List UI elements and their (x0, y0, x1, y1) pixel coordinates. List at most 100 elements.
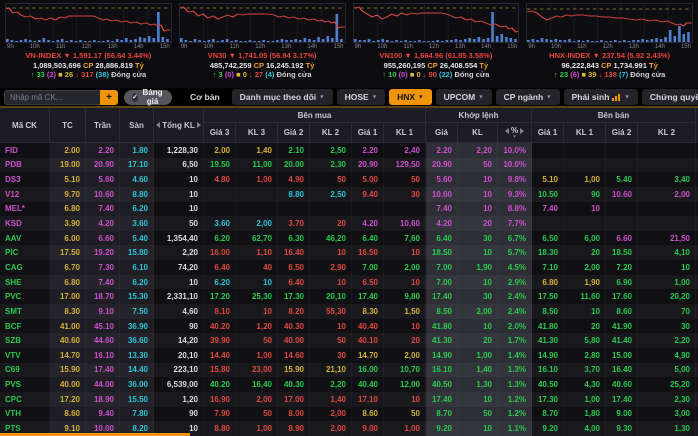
price-cell: 17.50 (532, 289, 564, 304)
ticker-cell[interactable]: PIC (0, 245, 50, 260)
tab-cơ-bản[interactable]: Cơ bản (182, 89, 228, 105)
price-cell: 90 (154, 319, 204, 334)
ticker-cell[interactable]: BCF (0, 319, 50, 334)
price-cell: 10,70 (384, 363, 426, 378)
price-cell: 7.20 (606, 260, 638, 275)
table-row-PDB[interactable]: PDB19.0020.9017.106,5019.5011,0020.002,3… (0, 158, 698, 173)
price-cell: 8.10 (204, 304, 236, 319)
table-row-SMT[interactable]: SMT8.309.107.504,608.10108.2055,308.301,… (0, 304, 698, 319)
table-row-MEL[interactable]: MEL*6.807.406.20107.40108.8%7.4010 (0, 202, 698, 217)
table-row-AAV[interactable]: AAV6.006.605.401,354,406.2062,706.3046,2… (0, 231, 698, 246)
price-cell: 18.70 (86, 289, 120, 304)
price-cell: 40.40 (352, 319, 384, 334)
chart-time-axis: 9h10h11h12h13h14h15h (179, 43, 346, 51)
col-header-trần[interactable]: Trần (86, 108, 120, 143)
table-row-DS3[interactable]: DS35.105.604.60104.801,004.90505.00505.6… (0, 172, 698, 187)
chevron-down-icon: ▼ (418, 95, 423, 101)
price-cell: 1,40 (458, 363, 498, 378)
table-row-FID[interactable]: FID2.002.201.801,228,302.001,402.102,502… (0, 143, 698, 158)
price-cell: 10 (458, 421, 498, 436)
board-view-button[interactable]: ✓ Bảng giá (124, 90, 172, 105)
table-row-VTH[interactable]: VTH8.609.407.80907.90508.002,008.60508.7… (0, 407, 698, 422)
table-row-CAG[interactable]: CAG6.707.306.1074,206.40406.502,907.002,… (0, 260, 698, 275)
table-row-PIC[interactable]: PIC17.5019.2015.802,2016.001,1016.401016… (0, 245, 698, 260)
sub-header-kl: KL (458, 123, 498, 143)
ticker-cell[interactable]: CPC (0, 392, 50, 407)
tab-danh-mục-theo-dõi[interactable]: Danh mục theo dõi▼ (232, 89, 333, 105)
table-row-BCF[interactable]: BCF41.0045.1036.909040.201,2040.301040.4… (0, 319, 698, 334)
ticker-cell[interactable]: PVC (0, 289, 50, 304)
table-row-SZB[interactable]: SZB40.6044.6036.6014,2039.905040.005040.… (0, 333, 698, 348)
ticker-cell[interactable]: C69 (0, 363, 50, 378)
price-cell: 41.80 (426, 319, 458, 334)
table-row-SHE[interactable]: SHE6.807.406.20106.20106.40106.50107.001… (0, 275, 698, 290)
price-cell: 90 (154, 407, 204, 422)
index-value: 237.54 (602, 51, 625, 60)
ticker-cell[interactable]: VTV (0, 348, 50, 363)
add-ticker-button[interactable]: + (100, 90, 118, 105)
price-cell: 16.10 (532, 363, 564, 378)
sort-caret-icon[interactable]: ▼ (512, 135, 516, 139)
ticker-cell[interactable]: PDB (0, 158, 50, 173)
ticker-cell[interactable]: SMT (0, 304, 50, 319)
price-cell: 15.50 (120, 392, 154, 407)
price-cell: 45.10 (86, 319, 120, 334)
ticker-cell[interactable]: DS3 (0, 172, 50, 187)
scroll-left-icon[interactable] (156, 122, 160, 128)
sub-header-kl-2: KL 2 (310, 123, 352, 143)
price-cell: 2.00 (204, 143, 236, 158)
scroll-left-icon[interactable] (505, 128, 509, 134)
scroll-right-icon[interactable] (197, 122, 201, 128)
ticker-cell[interactable]: PVS (0, 377, 50, 392)
tab-hnx[interactable]: HNX▼ (389, 89, 431, 105)
table-row-CPC[interactable]: CPC17.2018.9015.501,2016.902,0017.001,40… (0, 392, 698, 407)
ticker-cell[interactable]: SZB (0, 333, 50, 348)
sub-header-%[interactable]: %▼ (498, 123, 532, 143)
ticker-cell[interactable]: MEL* (0, 202, 50, 217)
index-volume: 96,222,843 (561, 61, 599, 70)
tab-upcom[interactable]: UPCOM▼ (436, 89, 492, 105)
ticker-cell[interactable]: VTH (0, 407, 50, 422)
price-cell: 40.00 (278, 333, 310, 348)
price-cell: 40.60 (606, 377, 638, 392)
price-cell (606, 158, 638, 173)
price-cell: 1.2% (498, 407, 532, 422)
tab-chứng-quyền[interactable]: Chứng quyền▼ (642, 89, 698, 105)
table-row-V12[interactable]: V129.7010.608.80108.802,509.403010.60109… (0, 187, 698, 202)
tab-hose[interactable]: HOSE▼ (337, 89, 386, 105)
ticker-cell[interactable]: KSD (0, 216, 50, 231)
search-input[interactable] (4, 90, 100, 105)
price-cell: 8.60 (50, 407, 86, 422)
advancers-count: 23 (560, 70, 568, 79)
time-tick: 13h (629, 43, 639, 51)
price-cell: 6,00 (564, 231, 606, 246)
col-header-tc[interactable]: TC (50, 108, 86, 143)
table-row-VTV[interactable]: VTV14.7016.1013.3020,1014.401,0014.60301… (0, 348, 698, 363)
ticker-cell[interactable]: CAG (0, 260, 50, 275)
col-header-sàn[interactable]: Sàn (120, 108, 154, 143)
tab-phái-sinh[interactable]: Phái sinh▼ (564, 89, 638, 105)
ticker-cell[interactable]: FID (0, 143, 50, 158)
ticker-cell[interactable]: SHE (0, 275, 50, 290)
scroll-right-icon[interactable] (520, 128, 524, 134)
time-tick: 11h (577, 43, 587, 51)
col-header-tổng-kl[interactable]: Tổng KL (154, 108, 204, 143)
ticker-cell[interactable]: AAV (0, 231, 50, 246)
chevron-down-icon: ▼ (478, 95, 483, 101)
price-cell: 10.60 (606, 187, 638, 202)
price-cell: 10 (154, 202, 204, 217)
traded-unit: Tỷ (306, 61, 315, 70)
group-header-buy: Bên mua (204, 108, 426, 123)
session-status: Đóng cửa (111, 70, 146, 79)
tab-cp-ngành[interactable]: CP ngành▼ (496, 89, 560, 105)
price-cell: 41.80 (532, 319, 564, 334)
table-row-C69[interactable]: C6915.9017.4014.40223,1015.8023,0015.902… (0, 363, 698, 378)
table-row-PVS[interactable]: PVS40.0044.0036.006,539,0040.2016,4040.3… (0, 377, 698, 392)
price-cell: 70 (638, 304, 696, 319)
ticker-cell[interactable]: V12 (0, 187, 50, 202)
price-sparkline (5, 3, 172, 43)
price-cell: 2,20 (638, 333, 696, 348)
table-row-PVC[interactable]: PVC17.0018.7015.302,331,1017.2025,3017.3… (0, 289, 698, 304)
table-row-KSD[interactable]: KSD3.904.203.60503.602,003.70204.2010,60… (0, 216, 698, 231)
unchanged-square-icon: ■ (58, 70, 63, 79)
